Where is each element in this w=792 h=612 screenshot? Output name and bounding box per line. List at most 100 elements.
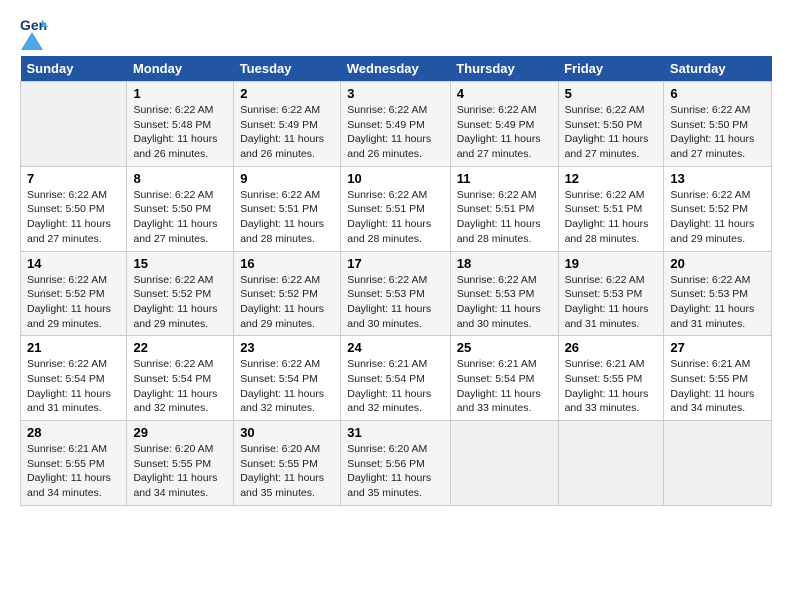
calendar-cell: 9 Sunrise: 6:22 AM Sunset: 5:51 PM Daylig… (234, 166, 341, 251)
day-number: 16 (240, 256, 334, 271)
weekday-header-sunday: Sunday (21, 56, 127, 82)
day-number: 19 (565, 256, 658, 271)
day-number: 3 (347, 86, 443, 101)
cell-content: Sunrise: 6:22 AM Sunset: 5:50 PM Dayligh… (670, 103, 765, 162)
day-number: 24 (347, 340, 443, 355)
calendar-cell: 8 Sunrise: 6:22 AM Sunset: 5:50 PM Daylig… (127, 166, 234, 251)
day-number: 17 (347, 256, 443, 271)
calendar-cell: 24 Sunrise: 6:21 AM Sunset: 5:54 PM Dayli… (341, 336, 450, 421)
day-number: 12 (565, 171, 658, 186)
cell-content: Sunrise: 6:20 AM Sunset: 5:56 PM Dayligh… (347, 442, 443, 501)
calendar-cell: 13 Sunrise: 6:22 AM Sunset: 5:52 PM Dayli… (664, 166, 772, 251)
cell-content: Sunrise: 6:22 AM Sunset: 5:52 PM Dayligh… (27, 273, 120, 332)
cell-content: Sunrise: 6:22 AM Sunset: 5:52 PM Dayligh… (670, 188, 765, 247)
page: General SundayMondayTuesdayWednesdayThur… (0, 0, 792, 516)
calendar-week-4: 21 Sunrise: 6:22 AM Sunset: 5:54 PM Dayli… (21, 336, 772, 421)
calendar-cell: 5 Sunrise: 6:22 AM Sunset: 5:50 PM Daylig… (558, 82, 664, 167)
day-number: 15 (133, 256, 227, 271)
cell-content: Sunrise: 6:22 AM Sunset: 5:51 PM Dayligh… (565, 188, 658, 247)
cell-content: Sunrise: 6:21 AM Sunset: 5:55 PM Dayligh… (27, 442, 120, 501)
calendar-cell: 26 Sunrise: 6:21 AM Sunset: 5:55 PM Dayli… (558, 336, 664, 421)
day-number: 31 (347, 425, 443, 440)
calendar-week-5: 28 Sunrise: 6:21 AM Sunset: 5:55 PM Dayli… (21, 421, 772, 506)
day-number: 28 (27, 425, 120, 440)
calendar-cell: 6Sunrise: 6:22 AM Sunset: 5:50 PM Daylig… (664, 82, 772, 167)
cell-content: Sunrise: 6:22 AM Sunset: 5:49 PM Dayligh… (457, 103, 552, 162)
day-number: 13 (670, 171, 765, 186)
calendar-cell: 16 Sunrise: 6:22 AM Sunset: 5:52 PM Dayli… (234, 251, 341, 336)
logo: General (20, 16, 50, 46)
calendar-cell: 14Sunrise: 6:22 AM Sunset: 5:52 PM Dayli… (21, 251, 127, 336)
cell-content: Sunrise: 6:22 AM Sunset: 5:51 PM Dayligh… (240, 188, 334, 247)
cell-content: Sunrise: 6:21 AM Sunset: 5:55 PM Dayligh… (670, 357, 765, 416)
calendar-cell: 29 Sunrise: 6:20 AM Sunset: 5:55 PM Dayli… (127, 421, 234, 506)
day-number: 22 (133, 340, 227, 355)
cell-content: Sunrise: 6:22 AM Sunset: 5:53 PM Dayligh… (670, 273, 765, 332)
calendar-cell: 1 Sunrise: 6:22 AM Sunset: 5:48 PM Daylig… (127, 82, 234, 167)
calendar-cell: 11 Sunrise: 6:22 AM Sunset: 5:51 PM Dayli… (450, 166, 558, 251)
cell-content: Sunrise: 6:22 AM Sunset: 5:51 PM Dayligh… (457, 188, 552, 247)
cell-content: Sunrise: 6:22 AM Sunset: 5:49 PM Dayligh… (347, 103, 443, 162)
day-number: 1 (133, 86, 227, 101)
cell-content: Sunrise: 6:22 AM Sunset: 5:50 PM Dayligh… (565, 103, 658, 162)
cell-content: Sunrise: 6:22 AM Sunset: 5:53 PM Dayligh… (347, 273, 443, 332)
calendar-cell: 18 Sunrise: 6:22 AM Sunset: 5:53 PM Dayli… (450, 251, 558, 336)
cell-content: Sunrise: 6:22 AM Sunset: 5:52 PM Dayligh… (240, 273, 334, 332)
cell-content: Sunrise: 6:22 AM Sunset: 5:54 PM Dayligh… (240, 357, 334, 416)
weekday-header-friday: Friday (558, 56, 664, 82)
day-number: 26 (565, 340, 658, 355)
cell-content: Sunrise: 6:22 AM Sunset: 5:54 PM Dayligh… (133, 357, 227, 416)
calendar-cell: 2 Sunrise: 6:22 AM Sunset: 5:49 PM Daylig… (234, 82, 341, 167)
day-number: 21 (27, 340, 120, 355)
cell-content: Sunrise: 6:21 AM Sunset: 5:54 PM Dayligh… (347, 357, 443, 416)
calendar-cell: 4 Sunrise: 6:22 AM Sunset: 5:49 PM Daylig… (450, 82, 558, 167)
calendar-cell (664, 421, 772, 506)
calendar-cell: 23 Sunrise: 6:22 AM Sunset: 5:54 PM Dayli… (234, 336, 341, 421)
weekday-header-thursday: Thursday (450, 56, 558, 82)
day-number: 4 (457, 86, 552, 101)
calendar-cell: 19 Sunrise: 6:22 AM Sunset: 5:53 PM Dayli… (558, 251, 664, 336)
day-number: 23 (240, 340, 334, 355)
cell-content: Sunrise: 6:22 AM Sunset: 5:54 PM Dayligh… (27, 357, 120, 416)
day-number: 11 (457, 171, 552, 186)
day-number: 18 (457, 256, 552, 271)
day-number: 9 (240, 171, 334, 186)
cell-content: Sunrise: 6:22 AM Sunset: 5:53 PM Dayligh… (457, 273, 552, 332)
calendar-cell: 30 Sunrise: 6:20 AM Sunset: 5:55 PM Dayli… (234, 421, 341, 506)
day-number: 5 (565, 86, 658, 101)
day-number: 30 (240, 425, 334, 440)
weekday-header-tuesday: Tuesday (234, 56, 341, 82)
cell-content: Sunrise: 6:22 AM Sunset: 5:49 PM Dayligh… (240, 103, 334, 162)
calendar-cell: 3 Sunrise: 6:22 AM Sunset: 5:49 PM Daylig… (341, 82, 450, 167)
calendar-cell: 22 Sunrise: 6:22 AM Sunset: 5:54 PM Dayli… (127, 336, 234, 421)
calendar-week-2: 7 Sunrise: 6:22 AM Sunset: 5:50 PM Daylig… (21, 166, 772, 251)
weekday-header-monday: Monday (127, 56, 234, 82)
logo-bird-icon (21, 32, 43, 50)
calendar-cell: 12 Sunrise: 6:22 AM Sunset: 5:51 PM Dayli… (558, 166, 664, 251)
header-row: SundayMondayTuesdayWednesdayThursdayFrid… (21, 56, 772, 82)
cell-content: Sunrise: 6:22 AM Sunset: 5:50 PM Dayligh… (133, 188, 227, 247)
calendar-cell (558, 421, 664, 506)
cell-content: Sunrise: 6:22 AM Sunset: 5:52 PM Dayligh… (133, 273, 227, 332)
calendar-cell: 25 Sunrise: 6:21 AM Sunset: 5:54 PM Dayli… (450, 336, 558, 421)
cell-content: Sunrise: 6:22 AM Sunset: 5:53 PM Dayligh… (565, 273, 658, 332)
cell-content: Sunrise: 6:21 AM Sunset: 5:54 PM Dayligh… (457, 357, 552, 416)
day-number: 8 (133, 171, 227, 186)
day-number: 7 (27, 171, 120, 186)
day-number: 2 (240, 86, 334, 101)
calendar-cell: 21 Sunrise: 6:22 AM Sunset: 5:54 PM Dayli… (21, 336, 127, 421)
calendar-cell: 17 Sunrise: 6:22 AM Sunset: 5:53 PM Dayli… (341, 251, 450, 336)
calendar-table: SundayMondayTuesdayWednesdayThursdayFrid… (20, 56, 772, 506)
cell-content: Sunrise: 6:22 AM Sunset: 5:48 PM Dayligh… (133, 103, 227, 162)
cell-content: Sunrise: 6:21 AM Sunset: 5:55 PM Dayligh… (565, 357, 658, 416)
cell-content: Sunrise: 6:20 AM Sunset: 5:55 PM Dayligh… (240, 442, 334, 501)
day-number: 29 (133, 425, 227, 440)
calendar-cell: 15 Sunrise: 6:22 AM Sunset: 5:52 PM Dayli… (127, 251, 234, 336)
calendar-cell: 10Sunrise: 6:22 AM Sunset: 5:51 PM Dayli… (341, 166, 450, 251)
cell-content: Sunrise: 6:20 AM Sunset: 5:55 PM Dayligh… (133, 442, 227, 501)
cell-content: Sunrise: 6:22 AM Sunset: 5:50 PM Dayligh… (27, 188, 120, 247)
day-number: 27 (670, 340, 765, 355)
calendar-cell (450, 421, 558, 506)
day-number: 25 (457, 340, 552, 355)
calendar-cell: 27 Sunrise: 6:21 AM Sunset: 5:55 PM Dayli… (664, 336, 772, 421)
